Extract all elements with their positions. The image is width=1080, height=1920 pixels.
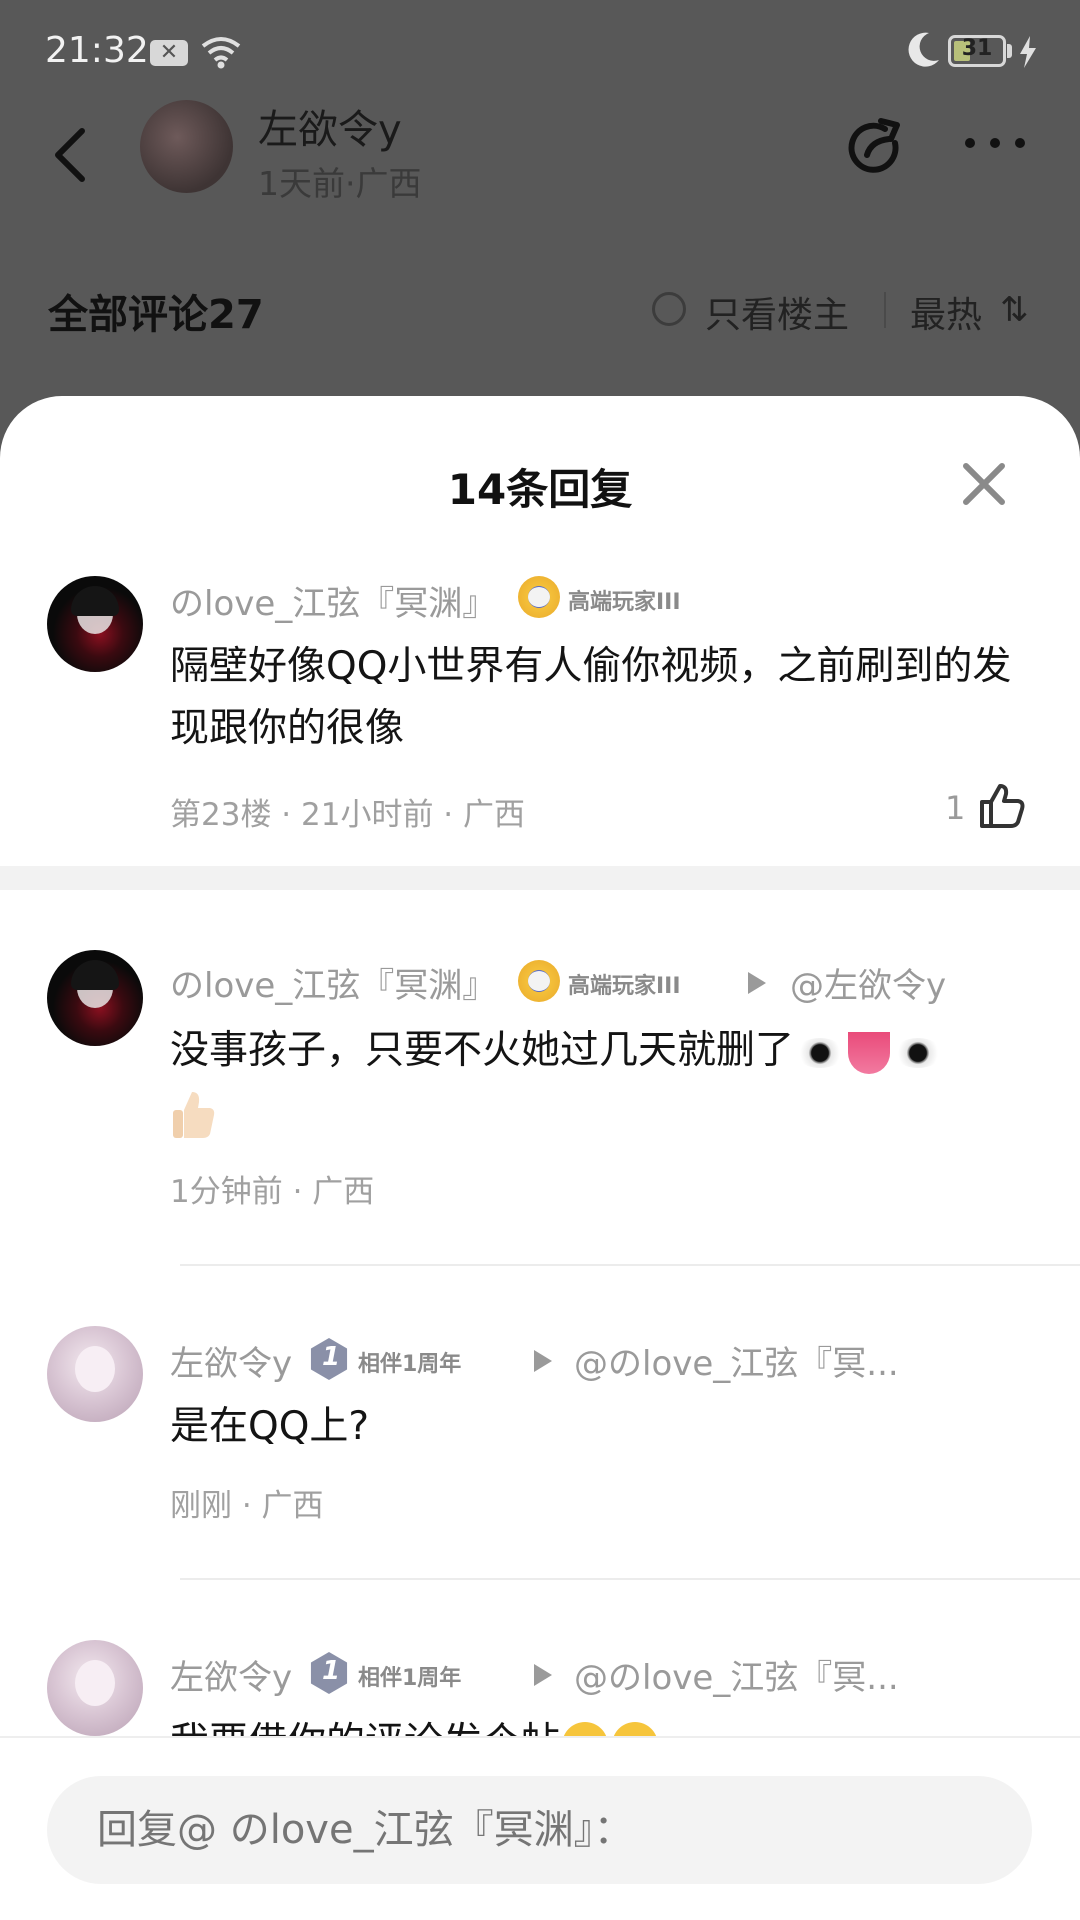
status-bar: 21:32 ✕ 31: [0, 0, 1080, 100]
badge-label: 相伴1周年: [358, 1666, 462, 1691]
more-icon[interactable]: [960, 133, 1030, 153]
sort-icon[interactable]: ⇅: [1000, 290, 1029, 330]
comments-count-title: 全部评论27: [48, 292, 264, 338]
reply-to-mention[interactable]: @のlove_江弦『冥...: [574, 1650, 899, 1699]
reply-arrow-icon: [534, 1664, 552, 1686]
avatar[interactable]: [47, 576, 143, 672]
comment-text: 没事孩子，只要不火她过几天就删了: [170, 1020, 1030, 1144]
reply-arrow-icon: [748, 972, 766, 994]
badge-label: 相伴1周年: [358, 1352, 462, 1377]
battery-icon: 31: [948, 35, 1006, 67]
back-icon[interactable]: [48, 125, 92, 185]
reply-sheet: 14条回复 のlove_江弦『冥渊』 高端玩家III 隔壁好像QQ小世界有人偷你…: [0, 396, 1080, 1920]
player-badge-icon: [518, 960, 560, 1002]
comment-username[interactable]: のlove_江弦『冥渊』: [170, 958, 496, 1007]
comments-bar: 全部评论27 只看楼主 最热 ⇅: [0, 270, 1080, 350]
comment-text-content: 没事孩子，只要不火她过几天就删了: [170, 1028, 795, 1073]
section-gap: [0, 866, 1080, 890]
avatar[interactable]: [47, 1326, 143, 1422]
avatar[interactable]: [47, 950, 143, 1046]
divider: [884, 292, 886, 328]
battery-tip: [1007, 44, 1012, 58]
sort-label[interactable]: 最热: [910, 286, 982, 338]
avatar[interactable]: [47, 1640, 143, 1736]
comment-username[interactable]: 左欲令y: [170, 1336, 292, 1385]
badge-label: 高端玩家III: [568, 974, 681, 999]
reply-input[interactable]: [47, 1776, 1032, 1884]
comment-meta: 第23楼 · 21小时前 · 广西: [170, 797, 526, 833]
author-name[interactable]: 左欲令y: [258, 97, 402, 155]
share-icon[interactable]: [845, 117, 909, 181]
like-count: 1: [945, 789, 966, 827]
close-icon[interactable]: [960, 460, 1008, 508]
comment-meta: 1分钟前 · 广西: [170, 1174, 375, 1210]
author-avatar[interactable]: [140, 100, 233, 193]
separator: [180, 1578, 1080, 1580]
comment-username[interactable]: のlove_江弦『冥渊』: [170, 576, 496, 625]
reply-arrow-icon: [534, 1350, 552, 1372]
player-badge-icon: [518, 576, 560, 618]
eye-emoji: [894, 1037, 943, 1068]
comment-meta: 刚刚 · 广西: [170, 1488, 324, 1524]
op-only-label[interactable]: 只看楼主: [705, 286, 849, 338]
post-meta: 1天前·广西: [258, 164, 422, 203]
op-only-radio[interactable]: [652, 292, 686, 326]
comment-username[interactable]: 左欲令y: [170, 1650, 292, 1699]
reply-input-bar: [0, 1736, 1080, 1920]
separator: [180, 1264, 1080, 1266]
anniversary-badge-icon: [310, 1652, 348, 1694]
anniversary-badge-icon: [310, 1338, 348, 1380]
tongue-emoji: [848, 1031, 891, 1074]
wifi-icon: [201, 37, 241, 69]
comment-text: 是在QQ上?: [170, 1404, 370, 1449]
post-header: 左欲令y 1天前·广西: [0, 95, 1080, 205]
reply-to-mention[interactable]: @左欲令y: [790, 958, 946, 1007]
thumbs-up-icon[interactable]: [978, 782, 1026, 830]
comment-text: 隔壁好像QQ小世界有人偷你视频，之前刷到的发现跟你的很像: [170, 644, 1012, 751]
moon-icon: [908, 32, 939, 67]
sim-icon: ✕: [150, 40, 188, 66]
badge-label: 高端玩家III: [568, 590, 681, 615]
sheet-title: 14条回复: [447, 465, 633, 514]
status-time: 21:32: [45, 30, 149, 71]
bolt-icon: [1020, 36, 1036, 68]
reply-to-mention[interactable]: @のlove_江弦『冥...: [574, 1336, 899, 1385]
thumbs-up-emoji: [173, 1091, 215, 1138]
battery-level: 31: [961, 36, 993, 61]
eye-emoji: [796, 1037, 845, 1068]
